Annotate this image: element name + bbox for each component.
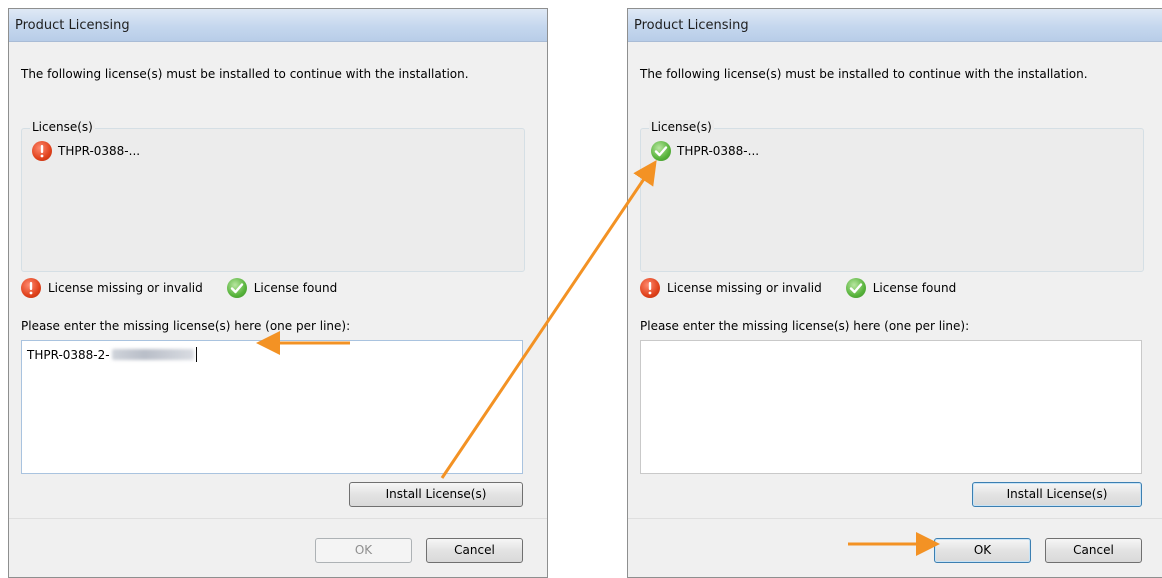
- annotation-arrows: [256, 160, 940, 556]
- arrow-install-to-found: [440, 160, 657, 479]
